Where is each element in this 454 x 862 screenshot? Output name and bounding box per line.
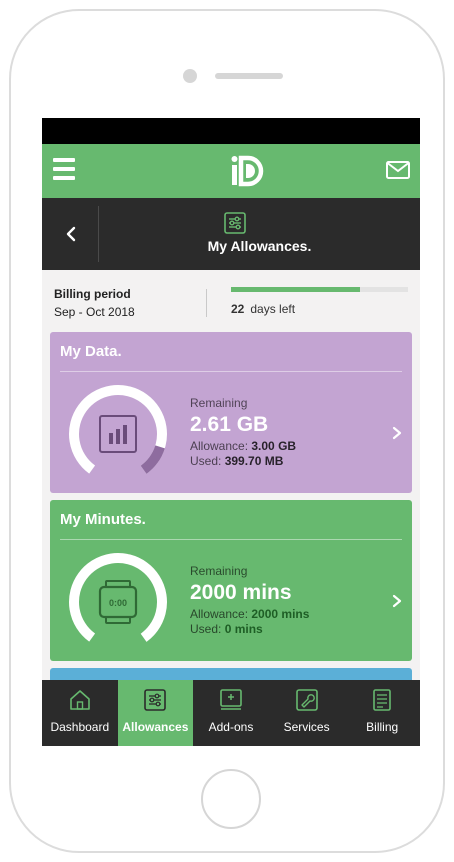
tab-dashboard[interactable]: Dashboard bbox=[42, 680, 118, 746]
front-camera bbox=[183, 69, 197, 83]
minutes-card-title: My Minutes. bbox=[60, 511, 146, 528]
data-allowance: Allowance: 3.00 GB bbox=[190, 439, 296, 453]
billing-progress-fill bbox=[231, 287, 361, 292]
watch-icon: 0:00 bbox=[98, 580, 138, 624]
tab-allowances[interactable]: Allowances bbox=[117, 680, 194, 746]
minutes-allowance-card[interactable]: My Minutes. 0:00 Remaining 2000 mins All… bbox=[50, 500, 412, 661]
data-chart-icon bbox=[99, 415, 137, 453]
tab-billing[interactable]: Billing bbox=[344, 680, 420, 746]
billing-period-bar: Billing period Sep - Oct 2018 22 days lef… bbox=[42, 270, 420, 332]
sliders-icon bbox=[144, 689, 167, 711]
minutes-allowance: Allowance: 2000 mins bbox=[190, 607, 309, 621]
data-remaining-value: 2.61 GB bbox=[190, 413, 269, 436]
minutes-remaining-value: 2000 mins bbox=[190, 581, 292, 604]
billing-period-label: Billing period bbox=[54, 287, 131, 301]
card-divider bbox=[60, 371, 402, 372]
minutes-usage-gauge: 0:00 bbox=[69, 553, 167, 651]
data-usage-gauge bbox=[69, 384, 167, 483]
billing-period-dates: Sep - Oct 2018 bbox=[54, 305, 135, 319]
tab-services[interactable]: Services bbox=[269, 680, 345, 746]
top-app-bar bbox=[42, 144, 420, 198]
data-used-label: Used: bbox=[190, 454, 222, 468]
data-used-value: 399.70 MB bbox=[224, 454, 284, 468]
card-divider bbox=[60, 539, 402, 540]
chevron-right-icon[interactable] bbox=[390, 426, 404, 440]
data-used: Used: 399.70 MB bbox=[190, 454, 296, 468]
minutes-allowance-value: 2000 mins bbox=[251, 607, 310, 621]
days-left-text: days left bbox=[250, 302, 296, 316]
home-icon bbox=[69, 690, 90, 710]
data-allowance-value: 3.00 GB bbox=[251, 439, 297, 453]
bill-icon bbox=[373, 689, 391, 711]
home-button[interactable] bbox=[201, 769, 261, 829]
minutes-info: Remaining 2000 mins Allowance: 2000 mins… bbox=[190, 564, 309, 636]
tab-add-ons[interactable]: Add-ons bbox=[193, 680, 269, 746]
data-info: Remaining 2.61 GB Allowance: 3.00 GB Use… bbox=[190, 396, 296, 468]
minutes-remaining-label: Remaining bbox=[190, 564, 248, 578]
billing-progress-bar bbox=[231, 287, 408, 292]
back-arrow-icon[interactable] bbox=[60, 222, 84, 246]
tab-label: Billing bbox=[366, 720, 399, 734]
id-logo bbox=[231, 155, 264, 187]
status-bar bbox=[42, 118, 420, 144]
page-title: My Allowances. bbox=[207, 238, 312, 254]
chevron-right-icon[interactable] bbox=[390, 594, 404, 608]
days-left-value: 22 bbox=[231, 302, 245, 316]
data-allowance-label: Allowance: bbox=[190, 439, 249, 453]
mail-icon[interactable] bbox=[386, 161, 410, 179]
sliders-icon bbox=[224, 212, 246, 234]
billing-divider bbox=[206, 289, 207, 317]
tab-label: Add-ons bbox=[208, 720, 254, 734]
wrench-icon bbox=[295, 689, 318, 711]
addon-icon bbox=[220, 689, 242, 710]
page-header: My Allowances. bbox=[42, 198, 420, 270]
minutes-used-label: Used: bbox=[190, 622, 222, 636]
bottom-tab-bar: Dashboard Allowances Add-ons Services Bi… bbox=[42, 680, 420, 746]
data-card-title: My Data. bbox=[60, 343, 122, 360]
minutes-used: Used: 0 mins bbox=[190, 622, 309, 636]
days-left: 22 days left bbox=[231, 302, 295, 316]
data-allowance-card[interactable]: My Data. Remaining 2.61 GB Allowance: 3.… bbox=[50, 332, 412, 493]
tab-label: Services bbox=[283, 720, 330, 734]
data-remaining-label: Remaining bbox=[190, 396, 248, 410]
tab-label: Dashboard bbox=[50, 720, 110, 734]
timer-text: 0:00 bbox=[109, 598, 127, 608]
app-screen: My Allowances. Billing period Sep - Oct … bbox=[42, 118, 420, 746]
minutes-allowance-label: Allowance: bbox=[190, 607, 249, 621]
tab-label: Allowances bbox=[122, 720, 189, 734]
minutes-used-value: 0 mins bbox=[224, 622, 263, 636]
menu-icon[interactable] bbox=[53, 158, 75, 180]
earpiece-speaker bbox=[215, 73, 283, 79]
